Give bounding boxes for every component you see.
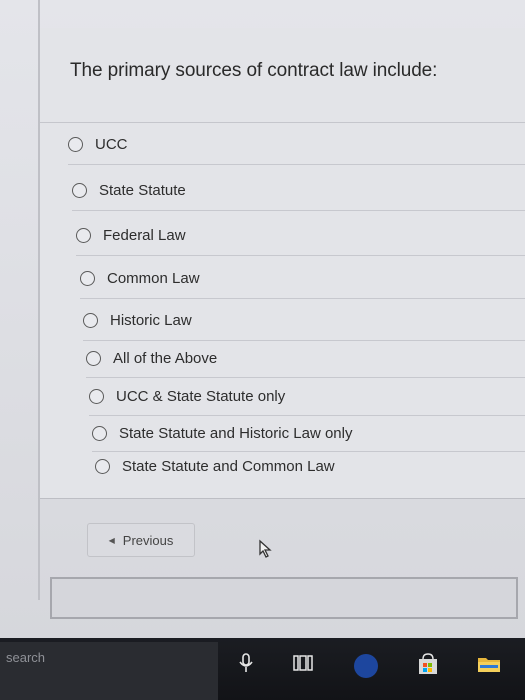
task-view-icon[interactable] — [292, 652, 314, 674]
radio-button[interactable] — [72, 182, 87, 198]
option-label[interactable]: State Statute — [99, 182, 186, 199]
option-state-statute[interactable]: State Statute — [72, 170, 525, 211]
mouse-cursor-icon — [259, 539, 272, 558]
radio-button[interactable] — [89, 388, 104, 404]
radio-button[interactable] — [83, 312, 98, 328]
option-label[interactable]: Common Law — [107, 270, 200, 287]
option-label[interactable]: Federal Law — [103, 227, 186, 244]
option-common-law[interactable]: Common Law — [80, 258, 525, 299]
question-text: The primary sources of contract law incl… — [70, 60, 438, 81]
radio-button[interactable] — [80, 270, 95, 286]
option-ucc-state-statute[interactable]: UCC & State Statute only — [89, 377, 525, 416]
store-icon[interactable] — [416, 652, 440, 676]
radio-button[interactable] — [76, 227, 91, 243]
app-icon[interactable] — [352, 652, 380, 680]
microphone-icon[interactable] — [238, 652, 254, 674]
option-historic-law[interactable]: Historic Law — [83, 300, 525, 341]
option-label[interactable]: State Statute and Historic Law only — [119, 425, 352, 442]
answer-textbox[interactable] — [50, 577, 518, 619]
option-label[interactable]: Historic Law — [110, 312, 192, 329]
option-label[interactable]: State Statute and Common Law — [122, 458, 335, 475]
option-all-of-the-above[interactable]: All of the Above — [86, 339, 525, 378]
file-explorer-icon[interactable] — [476, 652, 502, 676]
radio-button[interactable] — [95, 458, 110, 474]
option-label[interactable]: UCC & State Statute only — [116, 388, 285, 405]
radio-button[interactable] — [68, 136, 83, 152]
search-placeholder: search — [6, 650, 46, 665]
previous-button[interactable]: ◀ Previous — [87, 523, 195, 557]
option-federal-law[interactable]: Federal Law — [76, 215, 525, 256]
option-state-statute-common[interactable]: State Statute and Common Law — [95, 448, 525, 484]
option-state-statute-historic[interactable]: State Statute and Historic Law only — [92, 415, 525, 452]
previous-label: Previous — [122, 532, 174, 548]
option-label[interactable]: UCC — [95, 136, 128, 153]
radio-button[interactable] — [92, 425, 107, 441]
left-arrow-icon: ◀ — [108, 535, 115, 545]
radio-button[interactable] — [86, 350, 101, 366]
divider — [40, 122, 525, 123]
option-label[interactable]: All of the Above — [113, 350, 217, 367]
option-ucc[interactable]: UCC — [68, 124, 525, 165]
